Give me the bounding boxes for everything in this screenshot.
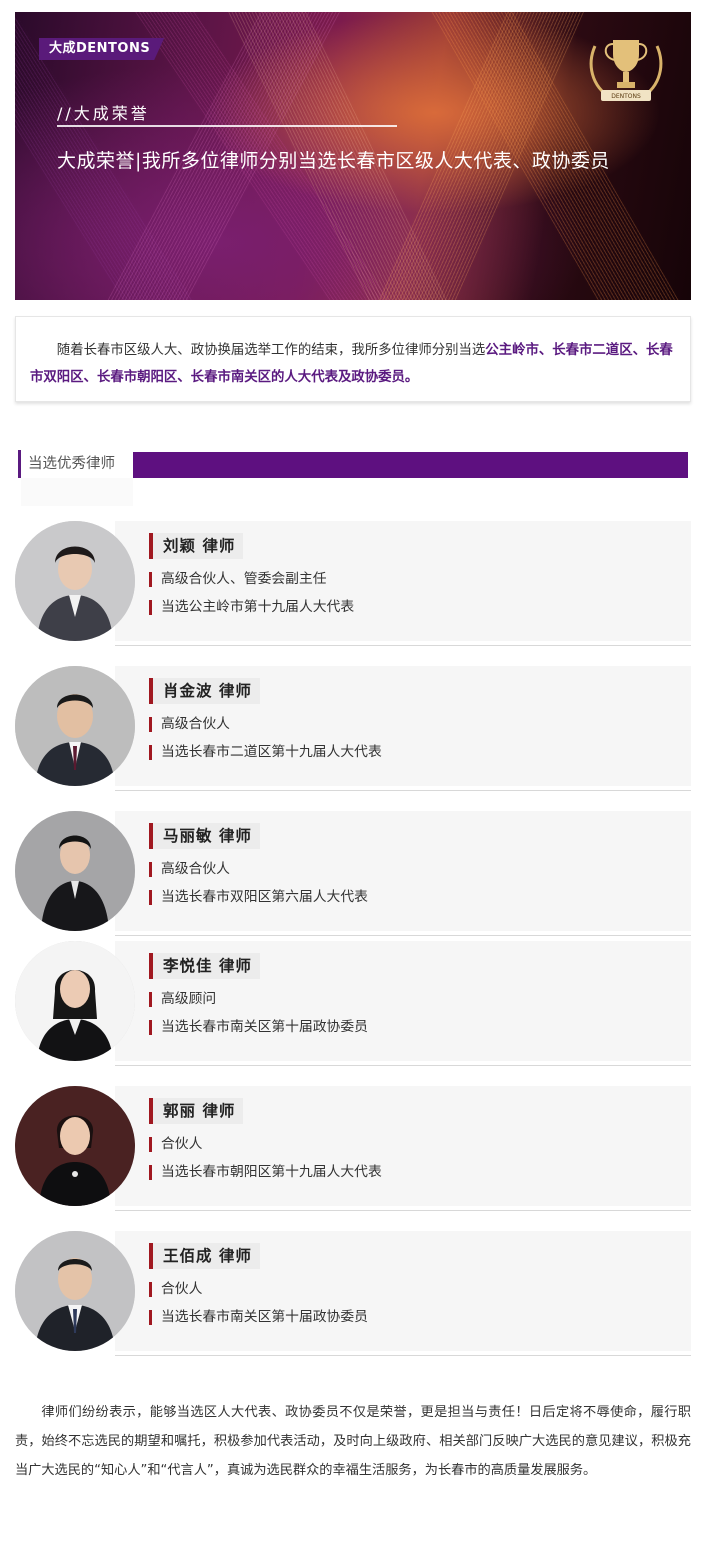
lawyer-photo	[15, 521, 135, 641]
lawyer-role: 合伙人	[149, 1282, 202, 1297]
lawyer-role: 高级合伙人	[149, 717, 230, 732]
card-divider	[115, 1355, 691, 1356]
lawyer-name: 刘颖 律师	[149, 533, 244, 559]
card-divider	[115, 790, 691, 791]
lawyer-role: 高级合伙人	[149, 862, 230, 877]
lawyer-role: 合伙人	[149, 1137, 202, 1152]
lawyer-card: 李悦佳 律师 高级顾问 当选长春市南关区第十届政协委员	[15, 941, 691, 1066]
intro-text: 随着长春市区级人大、政协换届选举工作的结束，我所多位律师分别当选	[56, 343, 486, 358]
section-title: 当选优秀律师	[21, 450, 133, 478]
lawyer-role: 高级顾问	[149, 992, 216, 1007]
card-divider	[115, 645, 691, 646]
lawyer-card: 马丽敏 律师 高级合伙人 当选长春市双阳区第六届人大代表	[15, 811, 691, 936]
lawyer-election: 当选长春市二道区第十九届人大代表	[149, 745, 382, 760]
lawyer-photo	[15, 1086, 135, 1206]
trophy-icon: DENTONS	[589, 40, 663, 101]
lawyer-name: 郭丽 律师	[149, 1098, 244, 1124]
lawyer-name: 王佰成 律师	[149, 1243, 260, 1269]
lawyer-election: 当选长春市朝阳区第十九届人大代表	[149, 1165, 382, 1180]
trophy-label: DENTONS	[611, 93, 641, 100]
closing-paragraph: 律师们纷纷表示，能够当选区人大代表、政协委员不仅是荣誉，更是担当与责任！日后定将…	[15, 1405, 691, 1478]
card-divider	[115, 1210, 691, 1211]
header-banner: 大成DENTONS //大成荣誉 大成荣誉|我所多位律师分别当选长春市区级人大代…	[15, 12, 691, 300]
dentons-logo: 大成DENTONS	[39, 38, 165, 60]
card-divider	[115, 935, 691, 936]
lawyer-card: 肖金波 律师 高级合伙人 当选长春市二道区第十九届人大代表	[15, 666, 691, 791]
lawyer-name: 马丽敏 律师	[149, 823, 260, 849]
lawyer-name: 肖金波 律师	[149, 678, 260, 704]
section-header-bar	[132, 452, 688, 478]
lawyer-photo	[15, 1231, 135, 1351]
section-header: 当选优秀律师	[18, 450, 688, 478]
lawyer-photo	[15, 666, 135, 786]
banner-tagline: //大成荣誉	[57, 104, 150, 123]
lawyer-election: 当选公主岭市第十九届人大代表	[149, 600, 354, 615]
lawyer-photo	[15, 941, 135, 1061]
lawyer-photo	[15, 811, 135, 931]
banner-title: 大成荣誉|我所多位律师分别当选长春市区级人大代表、政协委员	[57, 150, 610, 172]
lawyer-election: 当选长春市双阳区第六届人大代表	[149, 890, 368, 905]
lawyer-election: 当选长春市南关区第十届政协委员	[149, 1020, 368, 1035]
card-divider	[115, 1065, 691, 1066]
banner-divider	[57, 125, 397, 127]
lawyer-card: 郭丽 律师 合伙人 当选长春市朝阳区第十九届人大代表	[15, 1086, 691, 1211]
lawyer-role: 高级合伙人、管委会副主任	[149, 572, 327, 587]
intro-paragraph: 随着长春市区级人大、政协换届选举工作的结束，我所多位律师分别当选公主岭市、长春市…	[15, 316, 691, 402]
lawyer-card: 王佰成 律师 合伙人 当选长春市南关区第十届政协委员	[15, 1231, 691, 1356]
section-header-shadow	[21, 478, 133, 506]
lawyer-election: 当选长春市南关区第十届政协委员	[149, 1310, 368, 1325]
lawyer-card: 刘颖 律师 高级合伙人、管委会副主任 当选公主岭市第十九届人大代表	[15, 521, 691, 646]
lawyer-name: 李悦佳 律师	[149, 953, 260, 979]
